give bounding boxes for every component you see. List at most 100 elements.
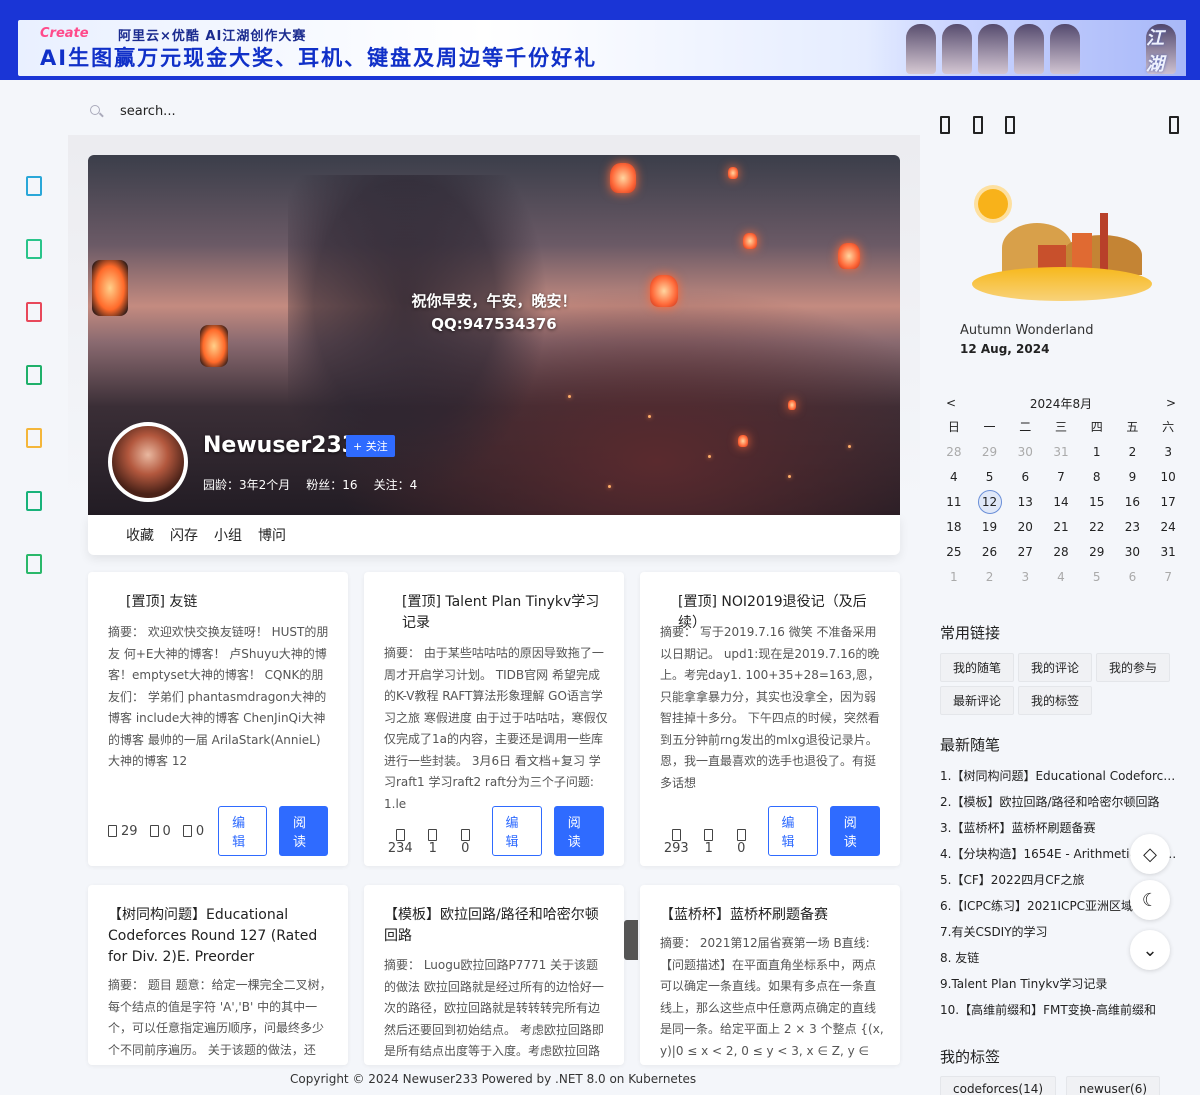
calendar-next-button[interactable]: > <box>1166 396 1176 410</box>
calendar-day[interactable]: 15 <box>1079 489 1115 514</box>
link-latest-comments[interactable]: 最新评论 <box>940 686 1015 715</box>
calendar-day[interactable]: 26 <box>972 539 1008 564</box>
github-icon[interactable] <box>26 365 42 385</box>
tab-questions[interactable]: 博问 <box>258 525 286 545</box>
calendar-day[interactable]: 4 <box>936 464 972 489</box>
calendar-day[interactable]: 28 <box>1043 539 1079 564</box>
recent-post-item[interactable]: 2.【模板】欧拉回路/路径和哈密尔顿回路 <box>940 792 1180 818</box>
calendar-day[interactable]: 4 <box>1043 564 1079 589</box>
calendar-day[interactable]: 31 <box>1150 539 1186 564</box>
calendar-day[interactable]: 1 <box>936 564 972 589</box>
post-title[interactable]: 【蓝桥杯】蓝桥杯刷题备赛 <box>660 905 882 926</box>
qq-icon[interactable] <box>26 554 42 574</box>
post-title[interactable]: 【模板】欧拉回路/路径和哈密尔顿回路 <box>384 905 606 947</box>
scroll-down-button[interactable]: ⌄ <box>1130 930 1170 970</box>
scroll-handle[interactable] <box>624 920 638 960</box>
recent-post-item[interactable]: 9.Talent Plan Tinykv学习记录 <box>940 974 1180 1000</box>
user-icon[interactable] <box>1005 116 1015 134</box>
calendar-day[interactable]: 3 <box>1150 439 1186 464</box>
calendar-day[interactable]: 19 <box>972 514 1008 539</box>
calendar-day[interactable]: 16 <box>1115 489 1151 514</box>
search-input[interactable] <box>120 104 320 119</box>
read-button[interactable]: 阅读 <box>279 806 328 856</box>
calendar-day[interactable]: 29 <box>972 439 1008 464</box>
calendar-day[interactable]: 1 <box>1079 439 1115 464</box>
wechat-icon[interactable] <box>26 239 42 259</box>
stat-following[interactable]: 关注：4 <box>374 476 418 493</box>
email-icon[interactable] <box>26 491 42 511</box>
calendar-day[interactable]: 27 <box>1007 539 1043 564</box>
edit-button[interactable]: 编辑 <box>218 806 268 856</box>
calendar-day[interactable]: 12 <box>972 489 1008 514</box>
post-title[interactable]: 【树同构问题】Educational Codeforces Round 127 … <box>108 905 330 968</box>
calendar-day[interactable]: 23 <box>1115 514 1151 539</box>
weibo-icon[interactable] <box>26 176 42 196</box>
link-my-tags[interactable]: 我的标签 <box>1018 686 1093 715</box>
post-title[interactable]: [置顶] 友链 <box>108 592 330 613</box>
calendar-day[interactable]: 30 <box>1115 539 1151 564</box>
calendar-day[interactable]: 10 <box>1150 464 1186 489</box>
profile-username[interactable]: Newuser233 <box>203 433 357 458</box>
recent-post-item[interactable]: 10.【高维前缀和】FMT变换-高维前缀和 <box>940 1000 1180 1026</box>
link-my-posts[interactable]: 我的随笔 <box>940 653 1015 682</box>
calendar-day[interactable]: 29 <box>1079 539 1115 564</box>
skin-button[interactable]: ◇ <box>1130 834 1170 874</box>
calendar-day[interactable]: 8 <box>1079 464 1115 489</box>
calendar-day[interactable]: 9 <box>1115 464 1151 489</box>
post-title[interactable]: [置顶] Talent Plan Tinykv学习记录 <box>384 592 606 634</box>
follow-button[interactable]: + 关注 <box>346 435 395 457</box>
calendar-day[interactable]: 2 <box>972 564 1008 589</box>
ad-banner[interactable]: Create 阿里云×优酷 AI江湖创作大赛 AI生图赢万元现金大奖、耳机、键盘… <box>0 0 1200 80</box>
read-button[interactable]: 阅读 <box>829 806 880 856</box>
calendar-day[interactable]: 18 <box>936 514 972 539</box>
rss-icon[interactable] <box>26 428 42 448</box>
stat-age[interactable]: 园龄：3年2个月 <box>203 476 290 493</box>
calendar-day[interactable]: 14 <box>1043 489 1079 514</box>
hero-light <box>788 475 791 478</box>
edit-button[interactable]: 编辑 <box>767 806 818 856</box>
calendar-day[interactable]: 21 <box>1043 514 1079 539</box>
calendar-day[interactable]: 7 <box>1043 464 1079 489</box>
calendar-day[interactable]: 13 <box>1007 489 1043 514</box>
calendar-day[interactable]: 5 <box>1079 564 1115 589</box>
calendar-day[interactable]: 5 <box>972 464 1008 489</box>
post-summary: 摘要： 由于某些咕咕咕的原因导致拖了一周才开启学习计划。 TIDB官网 希望完成… <box>384 646 608 811</box>
theme-icon[interactable] <box>973 116 983 134</box>
tag-item[interactable]: newuser(6) <box>1066 1076 1161 1095</box>
calendar-day[interactable]: 28 <box>936 439 972 464</box>
tab-groups[interactable]: 小组 <box>214 525 242 545</box>
calendar-day[interactable]: 25 <box>936 539 972 564</box>
calendar-day[interactable]: 20 <box>1007 514 1043 539</box>
post-likes: 0 <box>182 824 204 839</box>
calendar-day[interactable]: 3 <box>1007 564 1043 589</box>
link-my-comments[interactable]: 我的评论 <box>1018 653 1093 682</box>
calendar-day[interactable]: 11 <box>936 489 972 514</box>
dark-mode-button[interactable]: ☾ <box>1130 880 1170 920</box>
common-links: 我的随笔 我的评论 我的参与 最新评论 我的标签 <box>940 653 1180 715</box>
tag-item[interactable]: codeforces(14) <box>940 1076 1057 1095</box>
calendar-day[interactable]: 30 <box>1007 439 1043 464</box>
calendar-day[interactable]: 2 <box>1115 439 1151 464</box>
tab-favorites[interactable]: 收藏 <box>126 525 154 545</box>
illustration-card: Autumn Wonderland 12 Aug, 2024 <box>940 155 1185 370</box>
menu-icon[interactable] <box>940 116 950 134</box>
calendar-day[interactable]: 31 <box>1043 439 1079 464</box>
calendar-day[interactable]: 7 <box>1150 564 1186 589</box>
calendar-prev-button[interactable]: < <box>946 396 956 410</box>
stat-fans[interactable]: 粉丝：16 <box>306 476 357 493</box>
search-icon[interactable] <box>90 104 104 119</box>
avatar[interactable] <box>108 422 188 502</box>
edit-button[interactable]: 编辑 <box>491 806 542 856</box>
calendar-day[interactable]: 6 <box>1115 564 1151 589</box>
calendar-day[interactable]: 22 <box>1079 514 1115 539</box>
bilibili-icon[interactable] <box>26 302 42 322</box>
recent-post-item[interactable]: 1.【树同构问题】Educational Codeforces Round 12… <box>940 766 1180 792</box>
tab-flash[interactable]: 闪存 <box>170 525 198 545</box>
calendar-today[interactable]: 12 <box>977 489 1002 514</box>
calendar-day[interactable]: 24 <box>1150 514 1186 539</box>
calendar-day[interactable]: 17 <box>1150 489 1186 514</box>
link-my-participation[interactable]: 我的参与 <box>1096 653 1171 682</box>
list-icon[interactable] <box>1169 116 1179 134</box>
calendar-day[interactable]: 6 <box>1007 464 1043 489</box>
read-button[interactable]: 阅读 <box>553 806 604 856</box>
